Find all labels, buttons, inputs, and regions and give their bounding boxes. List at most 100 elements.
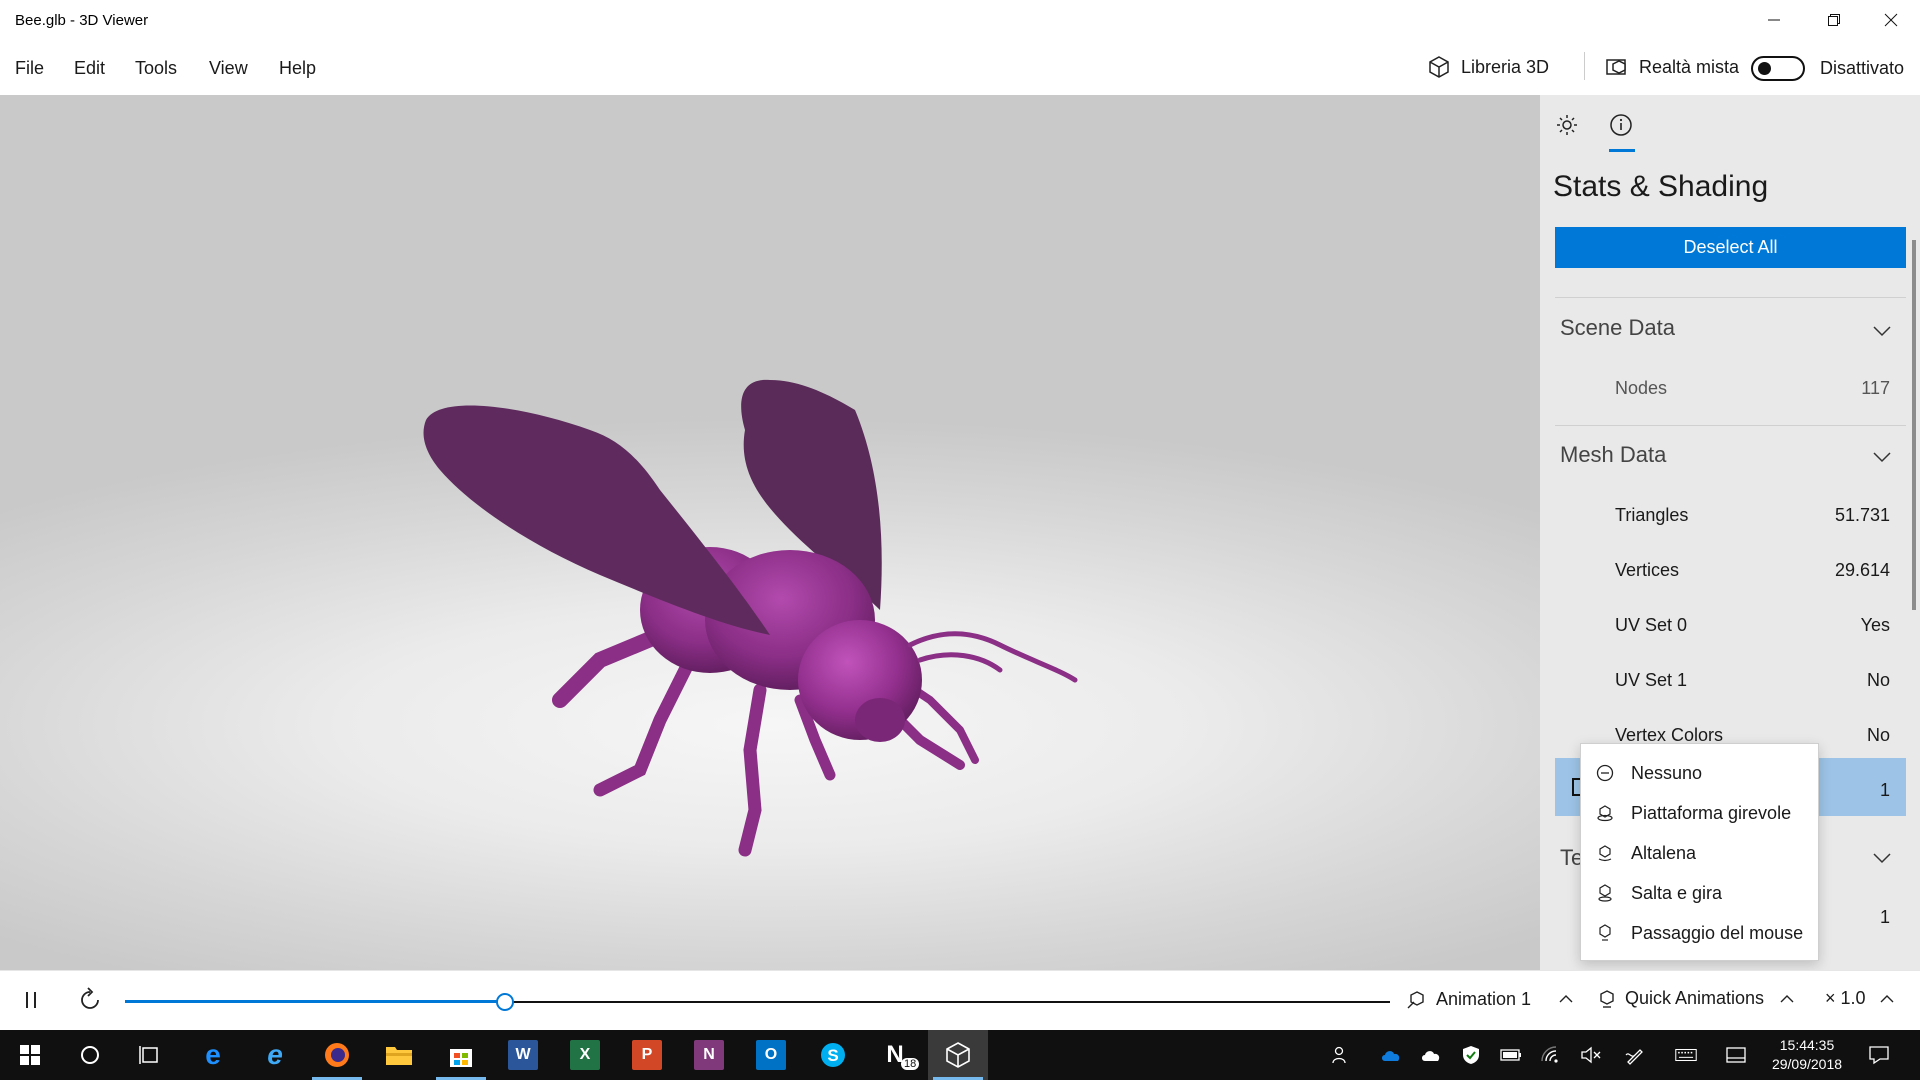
triangles-value: 51.731	[1834, 505, 1890, 525]
clock-date: 29/09/2018	[1771, 1056, 1843, 1072]
window-title: Bee.glb - 3D Viewer	[15, 12, 149, 29]
front-wing	[423, 405, 770, 635]
mixed-reality-toggle[interactable]	[1751, 56, 1805, 81]
task-view-button[interactable]	[120, 1030, 180, 1080]
panel-scrollbar[interactable]	[1912, 240, 1916, 610]
menu-item-jump-turn[interactable]: Salta e gira	[1581, 873, 1818, 913]
svg-text:S: S	[827, 1046, 838, 1065]
chevron-down-icon[interactable]	[1871, 446, 1893, 468]
pause-icon	[26, 992, 36, 1008]
menu-help[interactable]: Help	[279, 58, 316, 79]
toggle-knob	[1758, 62, 1771, 75]
security-shield-icon[interactable]	[1460, 1044, 1482, 1066]
mixed-reality-button[interactable]: Realtà mista	[1605, 55, 1739, 79]
mesh-data-header[interactable]: Mesh Data	[1560, 442, 1666, 468]
vertex-colors-value: No	[1866, 725, 1890, 745]
start-button[interactable]	[0, 1030, 60, 1080]
pause-button[interactable]	[22, 988, 40, 1017]
animation-selector[interactable]: Animation 1	[1406, 988, 1575, 1010]
onedrive-icon[interactable]	[1380, 1044, 1402, 1066]
tablet-mode-icon[interactable]	[1725, 1044, 1747, 1066]
taskbar-notes[interactable]: N 18	[865, 1030, 925, 1080]
tab-stats[interactable]	[1606, 110, 1636, 140]
menu-tools[interactable]: Tools	[135, 58, 177, 79]
menu-view[interactable]: View	[209, 58, 248, 79]
mixed-reality-label: Realtà mista	[1639, 56, 1740, 77]
timeline-progress	[125, 1000, 505, 1003]
chevron-down-icon[interactable]	[1871, 320, 1893, 342]
restore-button[interactable]	[1806, 0, 1862, 40]
menu-item-none[interactable]: Nessuno	[1581, 753, 1818, 793]
vertices-value: 29.614	[1834, 560, 1890, 580]
taskbar-store[interactable]	[431, 1030, 491, 1080]
wifi-icon[interactable]	[1540, 1044, 1562, 1066]
quick-animations-label: Quick Animations	[1625, 988, 1765, 1008]
taskbar-word[interactable]: W	[493, 1030, 553, 1080]
taskbar-powerpoint[interactable]: P	[617, 1030, 677, 1080]
word-icon: W	[508, 1040, 538, 1070]
close-button[interactable]	[1863, 0, 1919, 40]
system-clock[interactable]: 15:44:35 29/09/2018	[1764, 1036, 1850, 1074]
replay-icon	[81, 987, 99, 1009]
people-icon[interactable]	[1330, 1044, 1352, 1066]
deselect-all-button[interactable]: Deselect All	[1555, 227, 1906, 268]
panel-title: Stats & Shading	[1553, 170, 1769, 203]
taskbar-firefox[interactable]	[307, 1030, 367, 1080]
separator	[1555, 425, 1906, 426]
timeline-thumb[interactable]	[496, 993, 514, 1011]
triangles-label: Triangles	[1615, 505, 1689, 525]
turntable-icon	[1595, 803, 1615, 823]
chevron-up-icon	[1559, 995, 1573, 1003]
menu-item-swing[interactable]: Altalena	[1581, 833, 1818, 873]
menu-item-label: Nessuno	[1631, 762, 1703, 783]
taskbar-explorer[interactable]	[369, 1030, 429, 1080]
quick-animations-selector[interactable]: Quick Animations	[1597, 988, 1796, 1009]
bee-mouth	[855, 698, 905, 742]
taskbar-outlook[interactable]: O	[741, 1030, 801, 1080]
battery-icon[interactable]	[1500, 1044, 1522, 1066]
separator	[1555, 297, 1906, 298]
task-view-icon	[139, 1046, 158, 1064]
tab-lighting[interactable]	[1552, 110, 1582, 140]
taskbar-edge[interactable]: e	[183, 1030, 243, 1080]
taskbar-excel[interactable]: X	[555, 1030, 615, 1080]
3d-viewport[interactable]	[0, 95, 1540, 970]
cortana-button[interactable]	[60, 1030, 120, 1080]
menu-item-turntable[interactable]: Piattaforma girevole	[1581, 793, 1818, 833]
active-tab-indicator	[1609, 149, 1635, 152]
clock-time: 15:44:35	[1779, 1037, 1835, 1053]
library-3d-label: Libreria 3D	[1461, 56, 1550, 77]
replay-button[interactable]	[76, 986, 104, 1019]
taskbar-3d-viewer[interactable]	[928, 1030, 988, 1080]
cube-icon	[1429, 56, 1449, 78]
minimize-button[interactable]	[1746, 0, 1802, 40]
chevron-down-icon[interactable]	[1871, 847, 1893, 869]
speed-selector[interactable]: × 1.0	[1825, 988, 1896, 1009]
notifications-icon[interactable]	[1868, 1044, 1890, 1066]
vertices-label: Vertices	[1615, 560, 1680, 580]
scene-data-header[interactable]: Scene Data	[1560, 315, 1675, 341]
excel-icon: X	[570, 1040, 600, 1070]
volume-muted-icon[interactable]	[1580, 1044, 1602, 1066]
chevron-up-icon	[1880, 994, 1894, 1002]
menu-item-hover[interactable]: Passaggio del mouse	[1581, 913, 1818, 953]
bee-model[interactable]	[0, 95, 1540, 970]
library-3d-button[interactable]: Libreria 3D	[1427, 55, 1549, 79]
mixed-reality-icon	[1606, 59, 1626, 75]
menu-item-label: Piattaforma girevole	[1631, 802, 1792, 823]
quick-animation-icon	[1600, 989, 1614, 1008]
menu-edit[interactable]: Edit	[74, 58, 105, 79]
pen-icon[interactable]	[1625, 1044, 1647, 1066]
folder-icon	[386, 1047, 412, 1065]
taskbar-onenote[interactable]: N	[679, 1030, 739, 1080]
cloud-icon[interactable]	[1420, 1044, 1442, 1066]
edge-icon: e	[205, 1039, 221, 1070]
taskbar-ie[interactable]: e	[245, 1030, 305, 1080]
uv-set-1-value: No	[1866, 670, 1890, 690]
title-bar: Bee.glb - 3D Viewer	[0, 0, 1920, 40]
taskbar-skype[interactable]: S	[803, 1030, 863, 1080]
uv-set-1-label: UV Set 1	[1615, 670, 1688, 690]
keyboard-icon[interactable]	[1675, 1044, 1697, 1066]
menu-file[interactable]: File	[15, 58, 44, 79]
hover-icon	[1595, 923, 1615, 943]
